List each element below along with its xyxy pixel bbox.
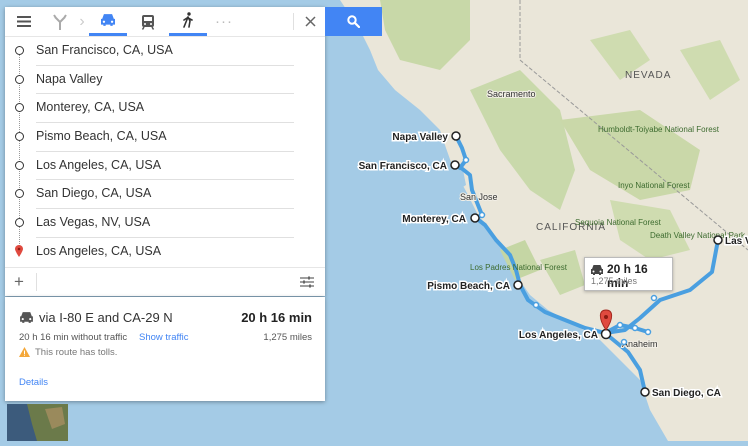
directions-panel: › ··· San Francisco, CA, USA Napa Valley… — [5, 7, 325, 296]
stop-input[interactable]: Napa Valley — [36, 72, 102, 86]
walk-icon — [183, 12, 193, 28]
route-via: via I-80 E and CA-29 N — [39, 310, 173, 325]
waypoint-circle-icon — [15, 132, 24, 142]
stop-input[interactable]: Las Vegas, NV, USA — [36, 215, 150, 229]
stop-row[interactable]: Las Vegas, NV, USA — [5, 209, 325, 238]
more-modes[interactable]: ··· — [209, 7, 239, 36]
add-destination-button[interactable]: + — [14, 272, 24, 292]
waypoint-circle-icon — [15, 218, 24, 228]
satellite-view-thumbnail[interactable] — [7, 404, 68, 441]
stops-list: San Francisco, CA, USA Napa Valley Monte… — [5, 37, 325, 267]
route-summary-card[interactable]: via I-80 E and CA-29 N 20 h 16 min 20 h … — [5, 297, 325, 401]
stop-row[interactable]: San Francisco, CA, USA — [5, 37, 325, 66]
satellite-image — [7, 404, 68, 441]
mode-best-route[interactable] — [45, 7, 75, 36]
stop-input[interactable]: Pismo Beach, CA, USA — [36, 129, 167, 143]
map-marker-los-angeles[interactable]: Los Angeles, CA — [517, 329, 612, 343]
svg-text:San Francisco, CA: San Francisco, CA — [359, 161, 447, 172]
mode-transit[interactable] — [129, 7, 167, 36]
map-label-nevada: NEVADA — [625, 70, 671, 81]
transit-icon — [141, 14, 155, 30]
close-directions-button[interactable] — [296, 7, 325, 36]
route-duration: 20 h 16 min — [241, 310, 312, 325]
stop-input[interactable]: Monterey, CA, USA — [36, 100, 144, 114]
waypoint-circle-icon — [15, 74, 24, 84]
map-city-sacramento: Sacramento — [487, 89, 536, 99]
map-park-los-padres: Los Padres National Forest — [470, 263, 568, 272]
menu-button[interactable] — [9, 7, 39, 36]
plus-icon: + — [14, 271, 24, 291]
close-icon — [305, 16, 316, 27]
svg-text:Pismo Beach, CA: Pismo Beach, CA — [427, 281, 510, 292]
map-park-inyo: Inyo National Forest — [618, 181, 690, 190]
best-route-icon — [53, 13, 67, 30]
car-icon — [101, 14, 115, 26]
stop-row[interactable]: Napa Valley — [5, 66, 325, 95]
map-city-anaheim: Anaheim — [622, 339, 658, 349]
map-marker-monterey[interactable]: Monterey, CA — [401, 213, 480, 227]
waypoint-circle-icon — [15, 46, 24, 55]
stop-row[interactable]: San Diego, CA, USA — [5, 180, 325, 210]
map-marker-pismo[interactable]: Pismo Beach, CA — [426, 280, 523, 294]
stop-input[interactable]: Los Angeles, CA, USA — [36, 244, 161, 258]
add-destination-row: + — [5, 266, 325, 296]
stop-row[interactable]: Los Angeles, CA, USA — [5, 152, 325, 181]
stop-input[interactable]: San Francisco, CA, USA — [36, 43, 173, 57]
chevron-right-icon: › — [79, 12, 85, 30]
waypoint-circle-icon — [15, 103, 24, 113]
car-icon — [20, 312, 33, 323]
more-icon: ··· — [215, 13, 233, 30]
toolbar-divider — [293, 13, 294, 30]
waypoint-circle-icon — [15, 189, 24, 199]
show-traffic-link[interactable]: Show traffic — [139, 332, 188, 343]
details-link[interactable]: Details — [19, 377, 48, 388]
svg-text:Napa Valley: Napa Valley — [392, 132, 448, 143]
map-park-sequoia: Sequoia National Forest — [575, 218, 662, 227]
waypoint-circle-icon — [15, 160, 24, 170]
menu-icon — [17, 16, 31, 27]
svg-text:Los Angeles, CA: Los Angeles, CA — [519, 330, 598, 341]
map-marker-san-francisco[interactable]: San Francisco, CA — [357, 160, 460, 174]
route-distance: 1,275 miles — [263, 332, 312, 343]
travel-mode-toolbar: › ··· — [5, 7, 325, 37]
stop-row[interactable]: Pismo Beach, CA, USA — [5, 123, 325, 152]
mode-driving[interactable] — [89, 7, 127, 36]
map-city-san-jose: San Jose — [460, 192, 498, 202]
options-sliders-icon[interactable] — [300, 276, 314, 288]
stop-input[interactable]: San Diego, CA, USA — [36, 186, 151, 200]
map-marker-san-diego[interactable]: San Diego, CA — [640, 387, 722, 401]
mode-walking[interactable] — [169, 7, 207, 36]
map-park-humboldt: Humboldt-Toiyabe National Forest — [598, 125, 720, 134]
svg-text:Monterey, CA: Monterey, CA — [402, 214, 466, 225]
route-callout[interactable]: 20 h 16 min 1,275 miles — [584, 257, 673, 291]
search-icon — [347, 15, 360, 28]
warning-icon — [19, 347, 30, 357]
destination-pin-icon — [15, 244, 23, 257]
callout-distance: 1,275 miles — [591, 276, 638, 286]
route-traffic-note: 20 h 16 min without traffic — [19, 332, 128, 343]
stop-input[interactable]: Los Angeles, CA, USA — [36, 158, 161, 172]
land-area — [340, 0, 748, 441]
stop-row[interactable]: Los Angeles, CA, USA — [5, 238, 325, 267]
add-divider — [36, 272, 37, 291]
route-toll-warning: This route has tolls. — [35, 347, 118, 358]
car-icon — [591, 265, 603, 275]
search-button[interactable] — [325, 7, 382, 36]
svg-text:San Diego, CA: San Diego, CA — [652, 388, 721, 399]
svg-text:Las V: Las V — [725, 236, 748, 247]
stop-row[interactable]: Monterey, CA, USA — [5, 94, 325, 124]
